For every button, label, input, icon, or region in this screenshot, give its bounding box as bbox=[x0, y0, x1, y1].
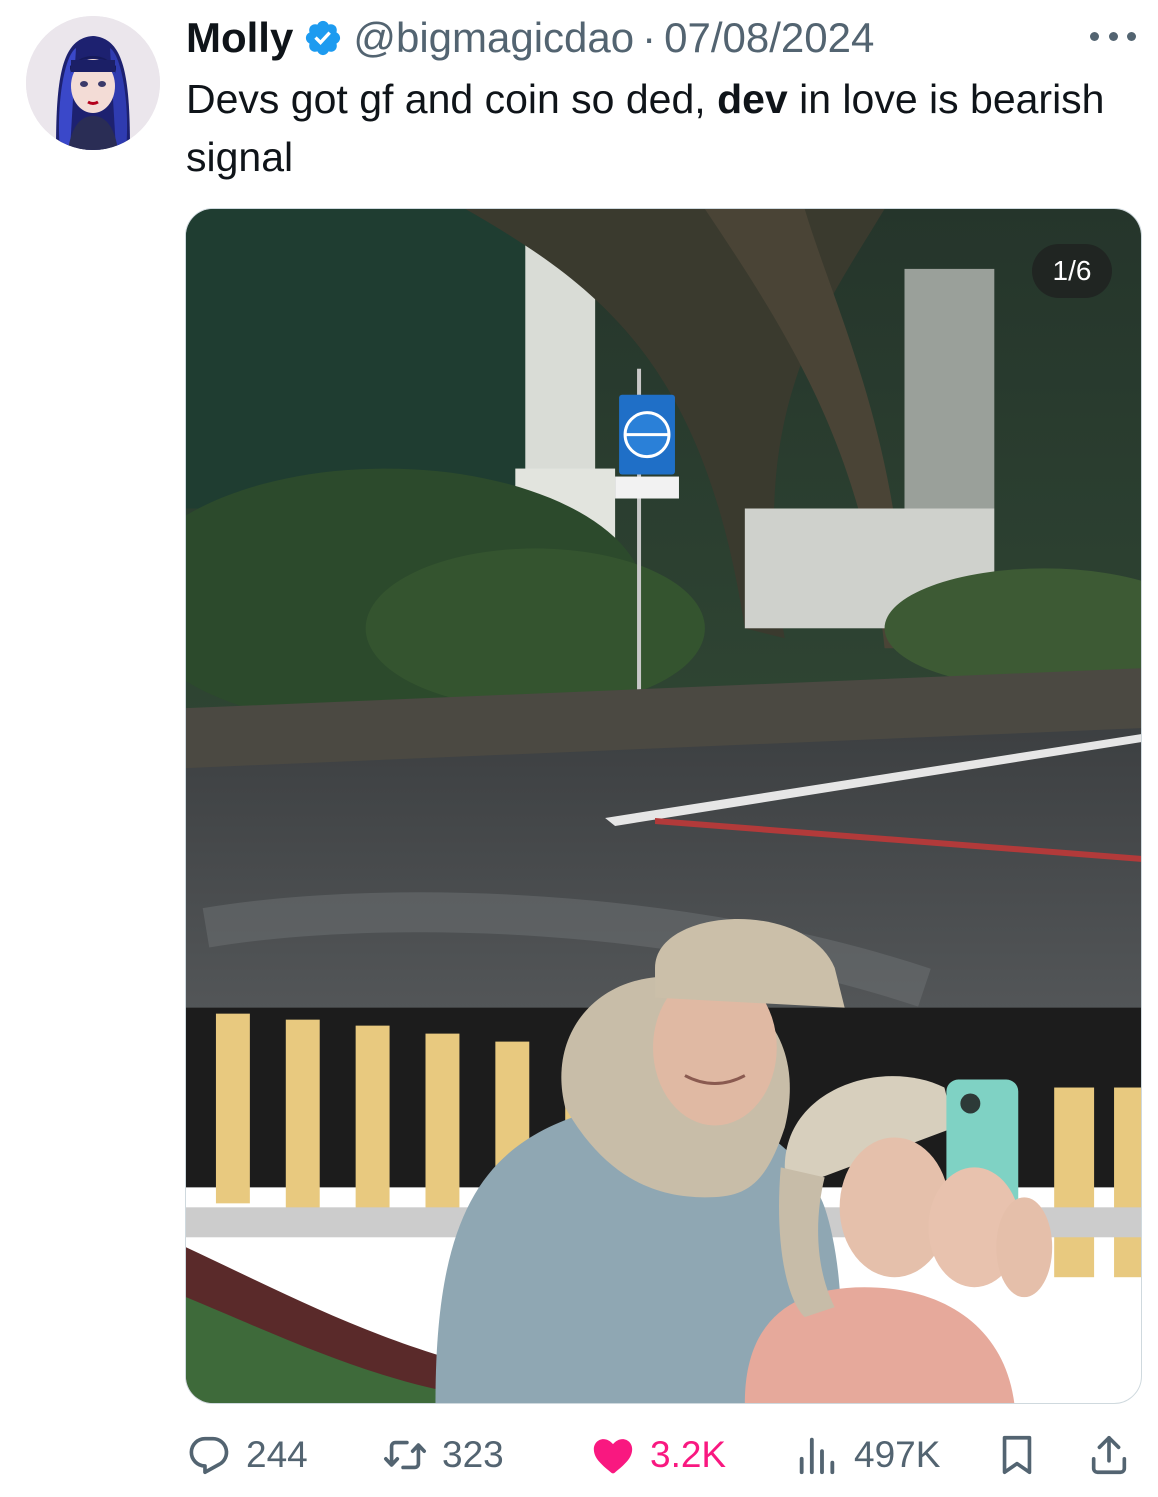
photo-image bbox=[186, 209, 1141, 1403]
retweet-icon bbox=[384, 1440, 426, 1470]
media-counter: 1/6 bbox=[1032, 244, 1112, 298]
bookmark-button[interactable] bbox=[994, 1425, 1040, 1485]
tweet-text-part1: Devs got gf and coin so ded, bbox=[186, 76, 718, 122]
author-handle[interactable]: @bigmagicdao bbox=[353, 14, 634, 62]
author-name[interactable]: Molly bbox=[186, 14, 293, 62]
action-bar: 244 323 3.2K 497K bbox=[186, 1425, 1136, 1485]
views-button[interactable]: 497K bbox=[794, 1425, 940, 1485]
tweet-photo[interactable] bbox=[185, 208, 1142, 1404]
tweet-date[interactable]: 07/08/2024 bbox=[664, 14, 874, 62]
verified-badge-icon bbox=[303, 18, 343, 58]
more-icon[interactable] bbox=[1090, 26, 1136, 46]
heart-icon bbox=[593, 1439, 633, 1474]
retweet-count: 323 bbox=[442, 1434, 504, 1475]
reply-button[interactable]: 244 bbox=[186, 1425, 308, 1485]
tweet-text-bold: dev bbox=[717, 76, 788, 122]
separator-dot: · bbox=[642, 14, 657, 61]
views-icon bbox=[799, 1437, 835, 1475]
bookmark-icon bbox=[1002, 1435, 1032, 1475]
like-button[interactable]: 3.2K bbox=[590, 1425, 726, 1485]
tweet-header: Molly @bigmagicdao · 07/08/2024 bbox=[186, 12, 874, 64]
avatar[interactable] bbox=[26, 16, 160, 150]
share-icon bbox=[1091, 1435, 1127, 1475]
tweet-text: Devs got gf and coin so ded, dev in love… bbox=[186, 70, 1116, 186]
retweet-button[interactable]: 323 bbox=[382, 1425, 504, 1485]
views-count: 497K bbox=[854, 1434, 941, 1475]
like-count: 3.2K bbox=[650, 1434, 727, 1475]
reply-count: 244 bbox=[246, 1434, 308, 1475]
avatar-image bbox=[26, 16, 160, 150]
reply-icon bbox=[189, 1436, 229, 1475]
share-button[interactable] bbox=[1086, 1425, 1132, 1485]
